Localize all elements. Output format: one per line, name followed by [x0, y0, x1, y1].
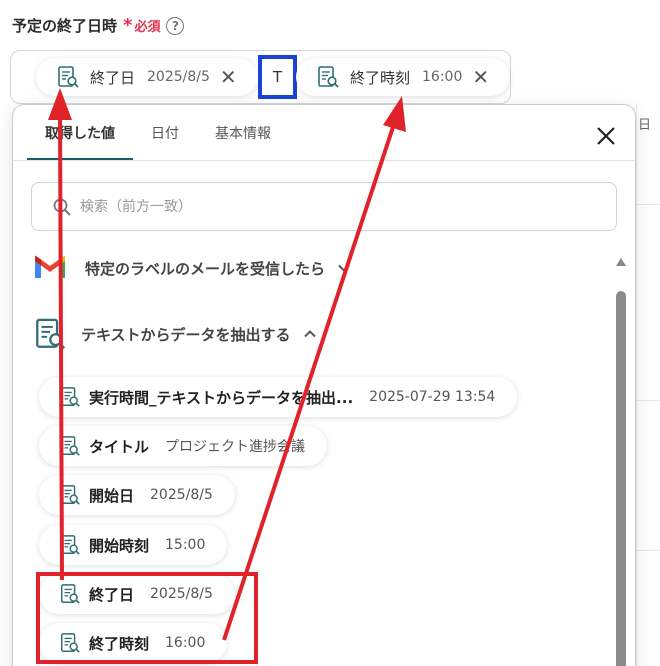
search-icon	[53, 198, 71, 216]
item-value: 15:00	[165, 537, 206, 553]
separator-text: T	[258, 55, 297, 99]
item-label: タイトル	[89, 437, 150, 456]
required-text: 必須	[134, 20, 161, 35]
chevron-down-icon	[338, 264, 350, 272]
list-item[interactable]: タイトル プロジェクト進捗会議	[39, 426, 328, 466]
token-label: 終了時刻	[350, 68, 411, 87]
divider	[636, 400, 660, 401]
list-item[interactable]: 開始時刻 15:00	[39, 525, 228, 565]
x-icon[interactable]: ✕	[220, 65, 237, 89]
document-search-icon	[56, 65, 80, 89]
group-text-extract[interactable]: テキストからデータを抽出する	[33, 317, 317, 351]
scrollbar-thumb[interactable]	[616, 291, 626, 666]
token-end-date[interactable]: 終了日 2025/8/5 ✕	[36, 58, 258, 96]
document-search-icon	[33, 317, 67, 351]
scroll-up-arrow[interactable]	[616, 258, 626, 266]
tab-acquired-values[interactable]: 取得した値	[27, 105, 133, 161]
background-form-area	[636, 104, 660, 666]
group-title: テキストからデータを抽出する	[81, 325, 291, 344]
highlight-box	[36, 572, 258, 664]
search-box[interactable]	[31, 182, 617, 231]
help-icon[interactable]: ?	[166, 16, 185, 35]
document-search-icon	[59, 386, 81, 408]
tab-divider	[13, 160, 635, 161]
tab-bar: 取得した値 日付 基本情報	[27, 105, 289, 161]
token-label: 終了日	[90, 68, 136, 87]
item-label: 実行時間_テキストからデータを抽出...	[89, 388, 354, 407]
document-search-icon	[316, 65, 340, 89]
token-value: 2025/8/5	[147, 69, 210, 85]
search-input[interactable]	[80, 198, 560, 215]
divider	[636, 204, 660, 205]
list-item[interactable]: 実行時間_テキストからデータを抽出... 2025-07-29 13:54	[39, 377, 518, 417]
close-icon[interactable]	[595, 125, 617, 147]
x-icon[interactable]: ✕	[472, 65, 489, 89]
tab-date[interactable]: 日付	[133, 105, 197, 161]
document-search-icon	[59, 484, 81, 506]
item-value: プロジェクト進捗会議	[165, 439, 306, 455]
item-label: 開始日	[89, 486, 135, 505]
item-value: 2025/8/5	[150, 487, 213, 503]
field-label: 予定の終了日時 * 必須 ?	[12, 15, 185, 36]
chevron-up-icon	[303, 330, 316, 338]
required-star: *	[123, 15, 133, 36]
tab-basic-info[interactable]: 基本情報	[197, 105, 289, 161]
background-hint-text: 日	[638, 118, 652, 133]
token-value: 16:00	[422, 69, 463, 85]
field-title: 予定の終了日時	[12, 17, 118, 35]
item-value: 2025-07-29 13:54	[369, 389, 496, 405]
item-label: 開始時刻	[89, 536, 150, 555]
gmail-icon	[35, 255, 65, 278]
divider	[636, 550, 660, 551]
group-gmail-trigger[interactable]: 特定のラベルのメールを受信したら	[33, 255, 351, 281]
token-end-time[interactable]: 終了時刻 16:00 ✕	[296, 58, 510, 96]
list-item[interactable]: 開始日 2025/8/5	[39, 475, 235, 515]
document-search-icon	[59, 435, 81, 457]
document-search-icon	[59, 534, 81, 556]
group-title: 特定のラベルのメールを受信したら	[85, 259, 326, 278]
